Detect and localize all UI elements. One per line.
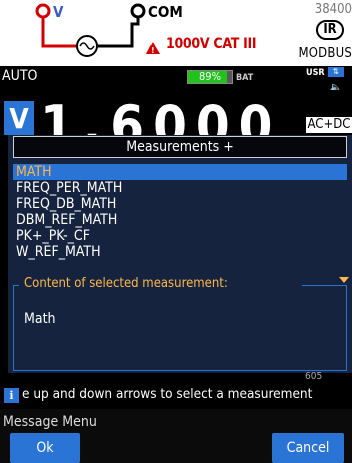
user-label: USR <box>306 68 325 78</box>
red-lead-icon <box>41 17 76 48</box>
main-reading: V 1.6000 AC+DC <box>0 90 352 135</box>
content-value: Math <box>24 311 56 327</box>
list-item-w-ref-math[interactable]: W_REF_MATH <box>13 244 347 260</box>
battery-label: BAT <box>236 73 254 83</box>
v-terminal-icon <box>35 3 51 19</box>
protocol-label: MODBUS <box>298 46 352 61</box>
battery-indicator: 89% <box>187 70 233 84</box>
reading-value: 1.6000 <box>40 94 282 136</box>
com-terminal-label: COM <box>148 3 183 21</box>
hint-bar: i e up and down arrows to select a measu… <box>0 382 352 409</box>
hint-text: e up and down arrows to select a measure… <box>22 386 313 402</box>
terminal-panel: ! V COM 1000V CAT III 38400 IR MODBUS <box>0 0 352 66</box>
message-menu: Message Menu Ok Cancel <box>0 409 352 463</box>
coupling-badge: AC+DC <box>306 117 352 133</box>
measurement-list[interactable]: MATH FREQ_PER_MATH FREQ_DB_MATH DBM_REF_… <box>13 162 347 276</box>
list-item-freq-db-math[interactable]: FREQ_DB_MATH <box>13 196 347 212</box>
com-terminal-icon <box>130 3 146 19</box>
content-panel-border-right <box>302 285 347 286</box>
menu-title: Message Menu <box>3 414 97 430</box>
ok-button[interactable]: Ok <box>10 433 80 463</box>
scroll-down-icon[interactable] <box>339 277 349 283</box>
measurements-dialog: Measurements + MATH FREQ_PER_MATH FREQ_D… <box>8 135 352 373</box>
list-item-pk-pk-cf[interactable]: PK+_PK-_CF <box>13 228 347 244</box>
list-item-freq-per-math[interactable]: FREQ_PER_MATH <box>13 180 347 196</box>
status-bar: AUTO 89% BAT USR ⇅ 🔈 <box>0 66 352 94</box>
info-icon: i <box>4 388 19 403</box>
battery-percent: 89% <box>199 70 221 83</box>
content-label: Content of selected measurement: <box>22 276 230 292</box>
content-panel: Content of selected measurement: Math <box>13 276 347 371</box>
range-mode: AUTO <box>2 68 38 84</box>
unit-badge: V <box>4 101 34 135</box>
list-item-dbm-ref-math[interactable]: DBM_REF_MATH <box>13 212 347 228</box>
model-number: 38400 <box>314 2 352 17</box>
usb-icon: ⇅ <box>328 67 344 77</box>
ir-icon: IR <box>316 20 344 40</box>
partial-reading-text: 605 <box>305 372 323 381</box>
content-panel-border-left <box>13 285 19 286</box>
black-lead-icon <box>98 17 140 48</box>
cancel-button[interactable]: Cancel <box>272 433 344 463</box>
cat-rating: 1000V CAT III <box>166 36 257 52</box>
list-item-math[interactable]: MATH <box>13 164 347 180</box>
v-terminal-label: V <box>53 3 64 21</box>
svg-text:!: ! <box>151 46 155 55</box>
dialog-title: Measurements + <box>13 136 347 158</box>
